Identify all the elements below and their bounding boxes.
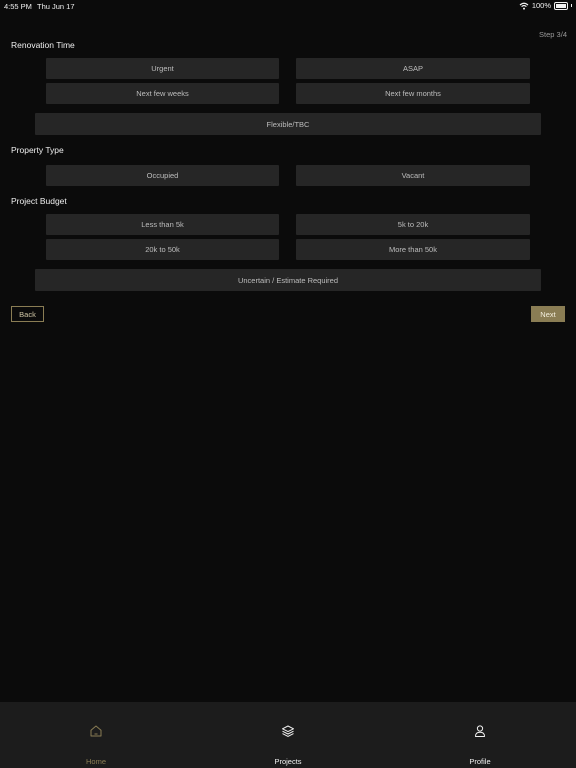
tab-home-label: Home	[85, 757, 106, 766]
tab-profile-label: Profile	[469, 757, 491, 766]
tab-projects[interactable]: Projects	[192, 702, 384, 768]
battery-tip	[571, 4, 572, 7]
tab-bar: Home Projects Profile	[0, 702, 576, 768]
status-date: Thu Jun 17	[37, 2, 75, 11]
next-button[interactable]: Next	[531, 306, 565, 322]
option-5k-to-20k[interactable]: 5k to 20k	[296, 214, 530, 235]
option-occupied[interactable]: Occupied	[46, 165, 279, 186]
step-indicator: Step 3/4	[539, 30, 567, 39]
option-urgent[interactable]: Urgent	[46, 58, 279, 79]
layers-icon	[282, 725, 294, 737]
option-20k-to-50k[interactable]: 20k to 50k	[46, 239, 279, 260]
tab-projects-label: Projects	[274, 757, 302, 766]
person-icon	[475, 725, 485, 737]
back-button[interactable]: Back	[11, 306, 44, 322]
tab-profile[interactable]: Profile	[384, 702, 576, 768]
option-more-than-50k[interactable]: More than 50k	[296, 239, 530, 260]
option-vacant[interactable]: Vacant	[296, 165, 530, 186]
battery-percent: 100%	[531, 1, 551, 10]
project-budget-title: Project Budget	[11, 196, 67, 206]
status-time: 4:55 PM	[4, 2, 32, 11]
option-next-few-weeks[interactable]: Next few weeks	[46, 83, 279, 104]
option-uncertain-estimate[interactable]: Uncertain / Estimate Required	[35, 269, 541, 291]
status-right: 100%	[519, 1, 572, 10]
option-next-few-months[interactable]: Next few months	[296, 83, 530, 104]
renovation-time-title: Renovation Time	[11, 40, 75, 50]
option-flexible-tbc[interactable]: Flexible/TBC	[35, 113, 541, 135]
battery-icon	[554, 1, 568, 10]
wifi-icon	[519, 2, 529, 10]
option-less-than-5k[interactable]: Less than 5k	[46, 214, 279, 235]
home-icon	[90, 725, 102, 737]
status-bar: 4:55 PM Thu Jun 17 100%	[0, 0, 576, 12]
property-type-title: Property Type	[11, 145, 64, 155]
tab-home[interactable]: Home	[0, 702, 192, 768]
option-asap[interactable]: ASAP	[296, 58, 530, 79]
